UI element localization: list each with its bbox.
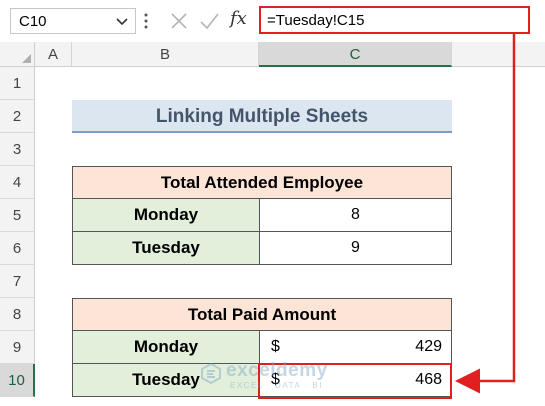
row-header-7[interactable]: 7 bbox=[0, 265, 35, 298]
amount-value: 429 bbox=[415, 338, 442, 355]
watermark: exceldemy EXCEL · DATA · BI bbox=[200, 360, 350, 394]
name-box[interactable]: C10 bbox=[10, 8, 136, 34]
table1-value-tuesday[interactable]: 9 bbox=[259, 231, 452, 265]
currency-symbol: $ bbox=[271, 338, 280, 355]
table1-header[interactable]: Total Attended Employee bbox=[72, 166, 452, 199]
row-header-2[interactable]: 2 bbox=[0, 100, 35, 133]
row-header-5[interactable]: 5 bbox=[0, 199, 35, 232]
spreadsheet-grid: A B C 1 2 3 4 5 6 7 8 9 10 Linking Multi… bbox=[0, 42, 545, 406]
row-header-3[interactable]: 3 bbox=[0, 133, 35, 166]
row-header-6[interactable]: 6 bbox=[0, 232, 35, 265]
exceldemy-logo-icon bbox=[201, 362, 221, 384]
table2-day-monday[interactable]: Monday bbox=[72, 330, 260, 364]
column-header-d[interactable] bbox=[452, 42, 545, 67]
table1-value-monday[interactable]: 8 bbox=[259, 198, 452, 232]
column-header-c[interactable]: C bbox=[259, 42, 452, 67]
formula-input[interactable]: =Tuesday!C15 bbox=[259, 6, 530, 34]
row-header-8[interactable]: 8 bbox=[0, 298, 35, 331]
formula-buttons: fx bbox=[158, 6, 254, 36]
formula-bar-area: C10 fx =Tuesday!C15 bbox=[0, 0, 545, 42]
cancel-icon[interactable] bbox=[168, 10, 190, 32]
row-header-9[interactable]: 9 bbox=[0, 331, 35, 364]
watermark-tagline: EXCEL · DATA · BI bbox=[230, 381, 323, 390]
insert-function-button[interactable]: fx bbox=[230, 8, 247, 29]
row-header-4[interactable]: 4 bbox=[0, 166, 35, 199]
sheet-title[interactable]: Linking Multiple Sheets bbox=[72, 100, 452, 133]
chevron-down-icon[interactable] bbox=[115, 14, 129, 28]
confirm-check-icon[interactable] bbox=[198, 10, 220, 32]
table1-day-tuesday[interactable]: Tuesday bbox=[72, 231, 260, 265]
table2-value-monday[interactable]: $ 429 bbox=[259, 330, 452, 364]
formula-text: =Tuesday!C15 bbox=[267, 12, 365, 29]
select-all-button[interactable] bbox=[0, 42, 35, 67]
column-header-b[interactable]: B bbox=[72, 42, 259, 67]
column-header-a[interactable]: A bbox=[35, 42, 72, 67]
row-header-1[interactable]: 1 bbox=[0, 67, 35, 100]
name-box-value: C10 bbox=[19, 13, 47, 30]
watermark-brand: exceldemy bbox=[226, 360, 328, 381]
table1-day-monday[interactable]: Monday bbox=[72, 198, 260, 232]
more-options-icon[interactable] bbox=[143, 12, 149, 30]
table2-header[interactable]: Total Paid Amount bbox=[72, 298, 452, 331]
row-header-10[interactable]: 10 bbox=[0, 364, 35, 397]
